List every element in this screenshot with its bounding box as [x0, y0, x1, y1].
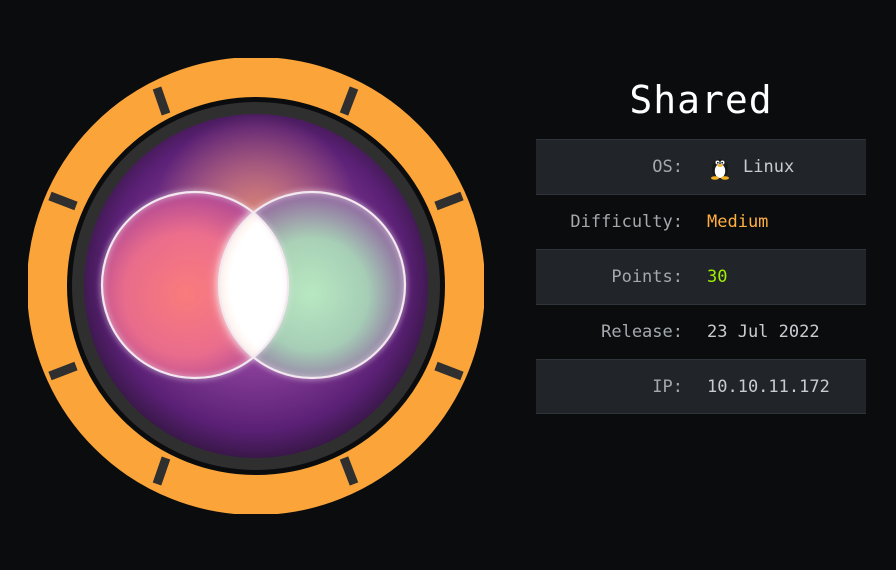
os-label: OS:	[652, 157, 683, 177]
tux-penguin-icon	[711, 159, 729, 180]
info-row-difficulty: Difficulty: Medium	[536, 194, 866, 249]
info-row-release: Release: 23 Jul 2022	[536, 304, 866, 359]
info-row-points: Points: 30	[536, 249, 866, 304]
machine-info-table: OS: Linux Difficulty: Medium Points: 30 …	[536, 139, 866, 414]
ip-label: IP:	[652, 376, 683, 397]
machine-title: Shared	[629, 78, 773, 122]
machine-card: Shared OS: Linux Difficulty: Medium Poin…	[0, 0, 896, 570]
points-value: 30	[707, 267, 728, 287]
difficulty-value: Medium	[707, 212, 769, 232]
info-row-ip: IP: 10.10.11.172	[536, 359, 866, 414]
info-row-os: OS: Linux	[536, 139, 866, 194]
ip-value: 10.10.11.172	[707, 376, 830, 397]
os-value-wrap: Linux	[707, 154, 794, 180]
release-label: Release:	[601, 322, 683, 342]
machine-logo	[28, 58, 484, 514]
release-value: 23 Jul 2022	[707, 322, 820, 342]
os-value: Linux	[743, 157, 795, 177]
points-label: Points:	[611, 267, 683, 287]
difficulty-label: Difficulty:	[570, 212, 683, 232]
